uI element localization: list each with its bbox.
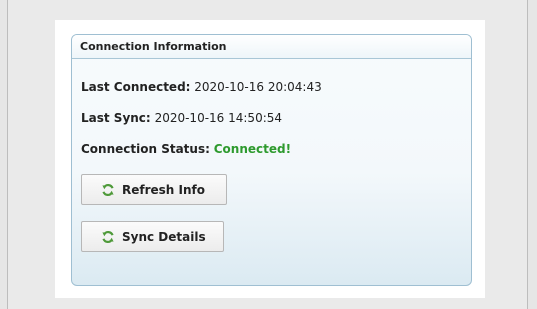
last-connected-value: 2020-10-16 20:04:43 (194, 80, 322, 94)
refresh-info-button[interactable]: Refresh Info (81, 174, 227, 205)
connection-status-row: Connection Status: Connected! (81, 142, 291, 156)
panel-title: Connection Information (72, 35, 471, 59)
last-sync-row: Last Sync: 2020-10-16 14:50:54 (81, 111, 282, 125)
last-connected-label: Last Connected: (81, 80, 191, 94)
last-sync-label: Last Sync: (81, 111, 151, 125)
sync-details-button[interactable]: Sync Details (81, 221, 224, 252)
last-sync-value: 2020-10-16 14:50:54 (154, 111, 283, 125)
refresh-icon (101, 230, 115, 244)
refresh-icon (101, 183, 115, 197)
last-connected-row: Last Connected: 2020-10-16 20:04:43 (81, 80, 322, 94)
connection-status-label: Connection Status: (81, 142, 210, 156)
connection-info-panel: Connection Information Last Connected: 2… (71, 34, 472, 286)
sync-details-label: Sync Details (122, 229, 206, 244)
connection-status-value: Connected! (213, 142, 292, 156)
refresh-info-label: Refresh Info (122, 182, 205, 197)
